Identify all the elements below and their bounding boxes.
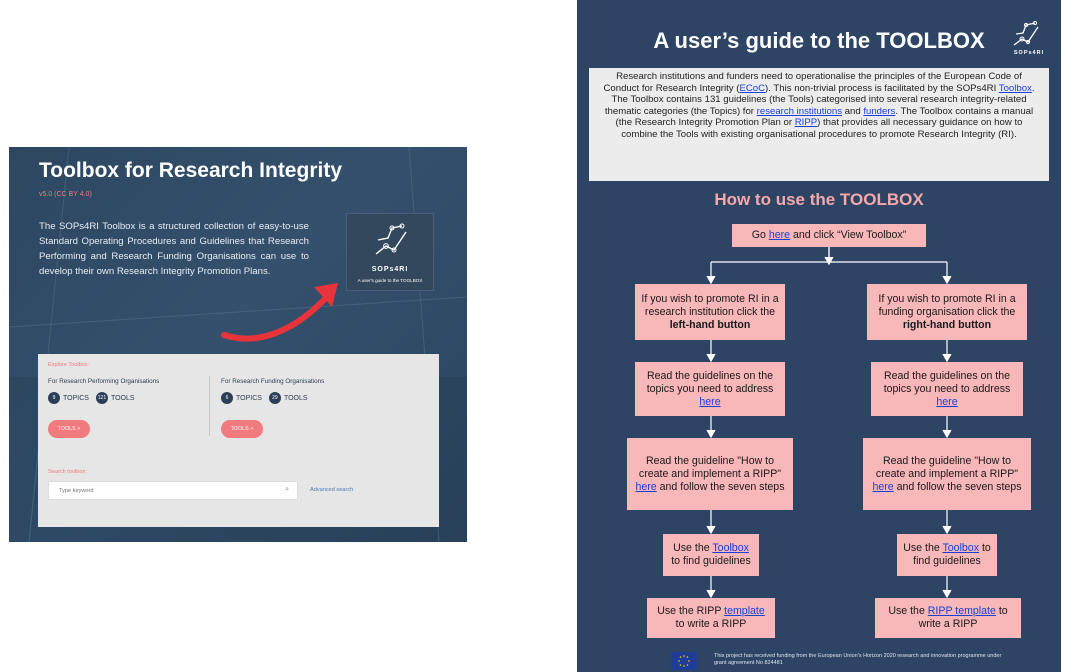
- toolbox-link[interactable]: Toolbox: [942, 542, 979, 554]
- step-text: Use the: [903, 542, 943, 554]
- template-link[interactable]: template: [724, 605, 765, 617]
- step-text: Read the guideline "How to create and im…: [638, 454, 782, 480]
- rfo-tools-count: 29: [268, 392, 281, 404]
- step-text: Go: [751, 229, 769, 241]
- step-text: to write a RIPP: [675, 618, 747, 630]
- ripp-guideline-link[interactable]: here: [873, 481, 894, 493]
- explore-toolbox-panel: Explore Toolbox: For Research Performing…: [38, 354, 439, 527]
- rfo-tools-label[interactable]: TOOLS: [284, 395, 308, 402]
- step-text: to find guidelines: [671, 555, 751, 567]
- left-step-1: If you wish to promote RI in a research …: [635, 284, 785, 340]
- step-text: Read the guidelines on the topics you ne…: [646, 369, 774, 395]
- step-text: If you wish to promote RI in a funding o…: [878, 292, 1016, 318]
- search-box: ⌕: [48, 481, 298, 500]
- view-toolbox-link[interactable]: here: [769, 229, 790, 241]
- search-input[interactable]: [59, 484, 259, 498]
- page-title: Toolbox for Research Integrity: [39, 159, 342, 182]
- step-text: and click “View Toolbox”: [790, 229, 907, 241]
- guidelines-link[interactable]: here: [936, 396, 957, 408]
- badge-brand: SOPs4RI: [371, 266, 409, 273]
- left-step-5: Use the RIPP template to write a RIPP: [647, 598, 775, 638]
- step-text: and follow the seven steps: [893, 480, 1022, 493]
- right-step-5: Use the RIPP template to write a RIPP: [875, 598, 1021, 638]
- rpo-stats: 9 TOPICS 121 TOOLS: [48, 392, 142, 404]
- step-bold-text: left-hand button: [669, 318, 751, 331]
- step-bold-text: right-hand button: [902, 318, 992, 331]
- rfo-tools-button[interactable]: TOOLS >: [221, 420, 263, 438]
- rpo-topics-count: 9: [48, 392, 60, 404]
- step-text: Read the guideline "How to create and im…: [875, 454, 1019, 480]
- rfo-topics-count: 6: [221, 392, 233, 404]
- users-guide-badge[interactable]: SOPs4RI A user's guide to the TOOLBOX: [346, 213, 434, 291]
- rpo-tools-label[interactable]: TOOLS: [111, 395, 135, 402]
- advanced-search-link[interactable]: Advanced search: [310, 487, 353, 493]
- step-text: and follow the seven steps: [656, 480, 785, 493]
- ripp-guideline-link[interactable]: here: [636, 481, 657, 493]
- rpo-topics-label[interactable]: TOPICS: [63, 395, 89, 402]
- users-guide-poster: A user’s guide to the TOOLBOX SOPs4RI Re…: [577, 0, 1061, 672]
- step-text: Use the: [888, 605, 928, 617]
- search-label: Search toolbox:: [48, 469, 87, 475]
- left-step-2: Read the guidelines on the topics you ne…: [635, 362, 785, 416]
- toolbox-homepage-screenshot: Toolbox for Research Integrity v5.0 (CC …: [9, 147, 467, 542]
- funding-notice: This project has received funding from t…: [714, 653, 1002, 666]
- left-step-4: Use the Toolbox to find guidelines: [663, 534, 759, 576]
- explore-label: Explore Toolbox:: [48, 362, 90, 368]
- step-text: Read the guidelines on the topics you ne…: [883, 369, 1011, 395]
- left-step-3: Read the guideline "How to create and im…: [627, 438, 793, 510]
- search-icon[interactable]: ⌕: [285, 486, 289, 494]
- right-step-2: Read the guidelines on the topics you ne…: [871, 362, 1023, 416]
- start-step: Go here and click “View Toolbox”: [732, 224, 926, 247]
- step-text: If you wish to promote RI in a research …: [641, 292, 779, 318]
- rfo-topics-label[interactable]: TOPICS: [236, 395, 262, 402]
- guidelines-link[interactable]: here: [699, 396, 720, 408]
- step-text: Use the RIPP: [657, 605, 725, 617]
- red-arrow-icon: [221, 283, 338, 342]
- rpo-title: For Research Performing Organisations: [48, 378, 160, 385]
- rfo-title: For Research Funding Organisations: [221, 378, 325, 385]
- template-link[interactable]: RIPP template: [928, 605, 996, 617]
- badge-caption: A user's guide to the TOOLBOX: [357, 278, 423, 283]
- right-step-4: Use the Toolbox to find guidelines: [897, 534, 997, 576]
- rfo-stats: 6 TOPICS 29 TOOLS: [221, 392, 315, 404]
- sops4ri-logo-icon: [375, 223, 407, 255]
- right-step-1: If you wish to promote RI in a funding o…: [867, 284, 1027, 340]
- right-step-3: Read the guideline "How to create and im…: [863, 438, 1031, 510]
- version-link[interactable]: v5.0 (CC BY 4.0): [39, 191, 92, 198]
- toolbox-description: The SOPs4RI Toolbox is a structured coll…: [39, 221, 309, 277]
- divider: [209, 376, 210, 436]
- step-text: Use the: [673, 542, 713, 554]
- rpo-tools-count: 121: [95, 392, 108, 404]
- rpo-tools-button[interactable]: TOOLS >: [48, 420, 90, 438]
- eu-flag-icon: [671, 652, 697, 670]
- toolbox-link[interactable]: Toolbox: [712, 542, 749, 554]
